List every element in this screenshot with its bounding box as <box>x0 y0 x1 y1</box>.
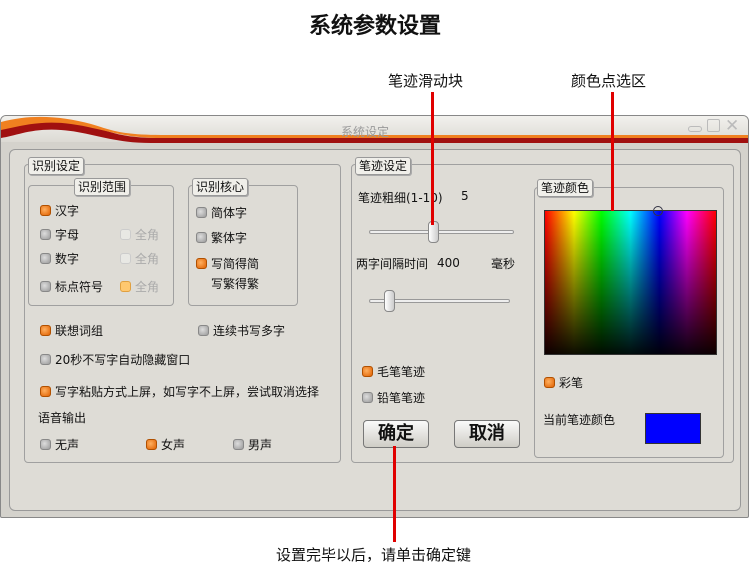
color-area-annotation: 颜色点选区 <box>571 72 647 90</box>
checkbox-icon <box>196 258 207 269</box>
label: 繁体字 <box>211 231 248 245</box>
checkbox-fullwidth-punctuation[interactable]: 全角 <box>120 278 159 295</box>
cancel-button[interactable]: 取消 <box>454 420 520 448</box>
radio-icon <box>233 439 244 450</box>
checkbox-letters[interactable]: 字母 <box>40 226 79 243</box>
checkbox-write-as-is[interactable]: 写简得简 <box>196 255 259 272</box>
current-color-label: 当前笔迹颜色 <box>543 413 616 427</box>
label: 毛笔笔迹 <box>377 365 426 379</box>
radio-icon <box>362 392 373 403</box>
checkbox-icon <box>196 232 207 243</box>
title-bar[interactable]: 系统设定 ✕ <box>1 116 748 143</box>
checkbox-icon <box>40 253 51 264</box>
checkbox-continuous[interactable]: 连续书写多字 <box>198 322 285 339</box>
label: 全角 <box>135 280 160 294</box>
stroke-width-value: 5 <box>461 189 469 203</box>
checkbox-icon <box>40 229 51 240</box>
checkbox-icon <box>40 386 51 397</box>
label: 联想词组 <box>55 324 104 338</box>
checkbox-paste[interactable]: 写字粘贴方式上屏，如写字不上屏，尝试取消选择 <box>40 383 319 400</box>
checkbox-icon <box>198 325 209 336</box>
checkbox-icon <box>120 281 131 292</box>
label: 全角 <box>135 252 160 266</box>
color-pointer-line <box>611 92 614 211</box>
radio-pencil[interactable]: 铅笔笔迹 <box>362 389 425 406</box>
label: 简体字 <box>211 206 248 220</box>
label: 20秒不写字自动隐藏窗口 <box>55 353 191 367</box>
checkbox-icon <box>40 354 51 365</box>
interval-slider-thumb[interactable] <box>384 290 395 312</box>
checkbox-icon <box>120 253 131 264</box>
radio-icon <box>146 439 157 450</box>
close-icon[interactable]: ✕ <box>725 116 739 136</box>
label: 女声 <box>161 438 186 452</box>
label: 铅笔笔迹 <box>377 391 426 405</box>
radio-silent[interactable]: 无声 <box>40 436 79 453</box>
checkbox-icon <box>40 281 51 292</box>
label: 彩笔 <box>559 376 584 390</box>
checkbox-associate[interactable]: 联想词组 <box>40 322 103 339</box>
maximize-icon[interactable] <box>707 119 720 132</box>
label: 写简得简 <box>211 257 260 271</box>
label: 无声 <box>55 438 80 452</box>
recognition-legend: 识别设定 <box>28 157 85 175</box>
minimize-icon[interactable] <box>688 126 702 132</box>
interval-label: 两字间隔时间 <box>356 257 429 271</box>
label: 标点符号 <box>55 280 104 294</box>
checkbox-icon <box>196 207 207 218</box>
radio-male[interactable]: 男声 <box>233 436 272 453</box>
radio-female[interactable]: 女声 <box>146 436 185 453</box>
stroke-legend: 笔迹设定 <box>355 157 412 175</box>
stroke-width-label: 笔迹粗细(1-10) <box>358 191 443 205</box>
page-title: 系统参数设置 <box>308 14 441 39</box>
radio-icon <box>362 366 373 377</box>
window-title: 系统设定 <box>341 125 390 139</box>
radio-brush[interactable]: 毛笔笔迹 <box>362 363 425 380</box>
interval-value: 400 <box>437 256 460 270</box>
label: 汉字 <box>55 204 80 218</box>
core-legend: 识别核心 <box>192 178 249 196</box>
label: 全角 <box>135 228 160 242</box>
stroke-width-track[interactable] <box>369 230 514 234</box>
checkbox-punctuation[interactable]: 标点符号 <box>40 278 103 295</box>
current-color-swatch <box>645 413 701 444</box>
confirm-hint: 设置完毕以后，请单击确定键 <box>276 546 472 564</box>
slider-annotation: 笔迹滑动块 <box>388 72 464 90</box>
label: 男声 <box>248 438 273 452</box>
interval-unit: 毫秒 <box>491 257 516 271</box>
label: 数字 <box>55 252 80 266</box>
checkbox-fullwidth-letters[interactable]: 全角 <box>120 226 159 243</box>
checkbox-simplified[interactable]: 简体字 <box>196 204 247 221</box>
checkbox-icon <box>40 325 51 336</box>
radio-icon <box>40 439 51 450</box>
checkbox-rainbow[interactable]: 彩笔 <box>544 374 583 391</box>
checkbox-traditional[interactable]: 繁体字 <box>196 229 247 246</box>
color-legend: 笔迹颜色 <box>537 179 594 197</box>
checkbox-digits[interactable]: 数字 <box>40 250 79 267</box>
ok-pointer-line <box>393 446 396 542</box>
voice-label: 语音输出 <box>38 411 87 425</box>
label: 写字粘贴方式上屏，如写字不上屏，尝试取消选择 <box>55 385 320 399</box>
checkbox-icon <box>40 205 51 216</box>
slider-pointer-line <box>431 92 434 225</box>
checkbox-icon <box>120 229 131 240</box>
label: 连续书写多字 <box>213 324 286 338</box>
range-legend: 识别范围 <box>74 178 131 196</box>
checkbox-hanzi[interactable]: 汉字 <box>40 202 79 219</box>
color-picker-area[interactable] <box>544 210 717 355</box>
ok-button[interactable]: 确定 <box>363 420 429 448</box>
label: 字母 <box>55 228 80 242</box>
color-picker-cursor[interactable] <box>653 206 663 216</box>
checkbox-fullwidth-digits[interactable]: 全角 <box>120 250 159 267</box>
checkbox-autohide[interactable]: 20秒不写字自动隐藏窗口 <box>40 351 190 368</box>
checkbox-icon <box>544 377 555 388</box>
write-as-is-sub: 写繁得繁 <box>211 277 260 291</box>
